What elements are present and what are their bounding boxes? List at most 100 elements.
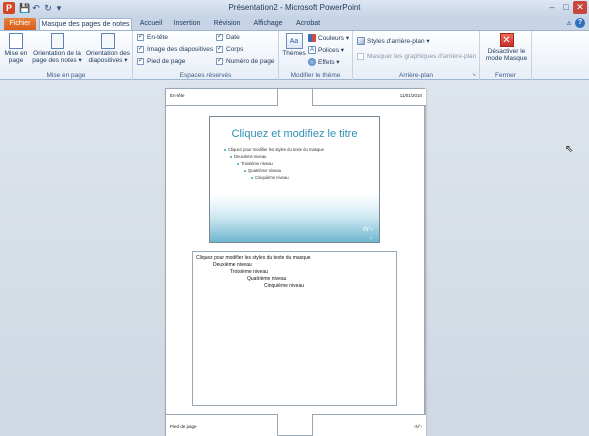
header-checkbox[interactable]: ✓ En-tête: [137, 34, 168, 42]
fonts-button[interactable]: A Polices ▾: [308, 46, 344, 55]
themes-icon: Aa: [285, 33, 303, 49]
checkmark-icon: ✓: [216, 46, 223, 53]
footer-placeholder[interactable]: Pied de page: [166, 414, 278, 436]
minimize-button[interactable]: –: [545, 1, 559, 14]
slide-image-placeholder[interactable]: Cliquez et modifiez le titre Cliquez pou…: [209, 116, 380, 243]
help-icon[interactable]: ?: [575, 18, 585, 28]
collapse-ribbon-icon[interactable]: ▵: [567, 18, 571, 27]
effects-icon: [308, 58, 316, 67]
group-background: Styles d'arrière-plan ▾ Masquer les grap…: [353, 31, 480, 80]
checkmark-icon: ✓: [137, 46, 144, 53]
group-label-edit-theme: Modifier le thème: [290, 72, 341, 79]
tab-acrobat[interactable]: Acrobat: [293, 18, 323, 30]
slide-image-checkbox-label: Image des diapositives: [147, 46, 214, 54]
notes-level-4: Quatrième niveau: [247, 276, 287, 282]
colors-label: Couleurs ▾: [318, 35, 350, 42]
notes-level-2: Deuxième niveau: [213, 262, 252, 268]
footer-checkbox-label: Pied de page: [147, 58, 186, 66]
notes-level-5: Cinquième niveau: [264, 283, 305, 289]
hide-background-graphics-checkbox[interactable]: Masquer les graphiques d'arrière-plan: [357, 53, 476, 61]
notes-body-placeholder[interactable]: Cliquez pour modifier les styles du text…: [192, 251, 397, 406]
tab-view[interactable]: Affichage: [250, 18, 286, 30]
header-checkbox-label: En-tête: [147, 34, 168, 42]
colors-button[interactable]: Couleurs ▾: [308, 34, 349, 43]
unchecked-box-icon: [357, 53, 364, 60]
effects-button[interactable]: Effets ▾: [308, 58, 340, 67]
slide-level-1: Cliquez pour modifier les styles du text…: [224, 147, 324, 152]
slide-number: ‹N°›: [362, 227, 373, 233]
checkmark-icon: ✓: [137, 58, 144, 65]
themes-label: Thèmes: [282, 50, 306, 57]
dialog-launcher-icon[interactable]: ↘: [472, 72, 476, 78]
page-number-text: ‹N°›: [413, 424, 422, 429]
slide-level-3: Troisième niveau: [237, 161, 273, 166]
page-setup-label: Mise en page: [4, 50, 28, 64]
tab-notes-master[interactable]: Masque des pages de notes: [39, 18, 132, 30]
close-master-icon: ✕: [499, 33, 514, 47]
window-title: Présentation2 - Microsoft PowerPoint: [228, 3, 361, 12]
notes-level-1: Cliquez pour modifier les styles du text…: [196, 255, 311, 261]
tab-file[interactable]: Fichier: [4, 18, 36, 30]
ribbon: Mise en page Orientation de la page des …: [0, 30, 589, 80]
slide-orientation-label: Orientation des diapositives ▾: [85, 50, 131, 64]
slide-orientation-button[interactable]: Orientation des diapositives ▾: [84, 33, 132, 64]
body-checkbox-label: Corps: [226, 46, 244, 54]
effects-label: Effets ▾: [318, 59, 340, 66]
bullet-icon: [244, 169, 246, 172]
notes-orientation-button[interactable]: Orientation de la page des notes ▾: [31, 33, 83, 64]
notes-orientation-icon: [50, 33, 64, 49]
slide-orientation-icon: [101, 33, 115, 49]
group-label-placeholders: Espaces réservés: [179, 72, 232, 79]
page-setup-icon: [9, 33, 23, 49]
tab-insert[interactable]: Insertion: [170, 18, 204, 30]
group-label-background: Arrière-plan: [399, 72, 433, 79]
group-page-setup: Mise en page Orientation de la page des …: [0, 31, 133, 80]
close-master-label: Désactiver le mode Masque: [485, 48, 528, 62]
date-text: 11/01/2010: [399, 93, 422, 98]
group-close: ✕ Désactiver le mode Masque Fermer: [480, 31, 532, 80]
page-number-placeholder[interactable]: ‹N°›: [312, 414, 426, 436]
fonts-icon: A: [308, 46, 316, 55]
tab-review[interactable]: Révision: [211, 18, 243, 30]
tab-home[interactable]: Accueil: [137, 18, 165, 30]
page-number-checkbox[interactable]: ✓ Numéro de page: [216, 58, 274, 66]
themes-button[interactable]: Aa Thèmes: [282, 33, 306, 57]
slide-level-5: Cinquième niveau: [251, 175, 289, 180]
page-setup-button[interactable]: Mise en page: [3, 33, 29, 64]
bullet-icon: [237, 162, 239, 165]
body-checkbox[interactable]: ✓ Corps: [216, 46, 243, 54]
group-edit-theme: Aa Thèmes Couleurs ▾ A Polices ▾ Effets ▾…: [279, 31, 353, 80]
maximize-button[interactable]: □: [559, 1, 573, 14]
background-styles-icon: [357, 37, 365, 46]
checkmark-icon: ✓: [216, 34, 223, 41]
title-bar: P 💾 ↶ ↻ ▾ Présentation2 - Microsoft Powe…: [0, 0, 589, 17]
background-styles-label: Styles d'arrière-plan ▾: [367, 38, 430, 45]
bullet-icon: [251, 176, 253, 179]
group-label-page-setup: Mise en page: [46, 72, 86, 79]
fonts-label: Polices ▾: [318, 47, 345, 54]
page-number-checkbox-label: Numéro de page: [226, 58, 275, 66]
checkmark-icon: ✓: [216, 58, 223, 65]
close-master-view-button[interactable]: ✕ Désactiver le mode Masque: [483, 33, 530, 62]
header-placeholder[interactable]: En-tête: [166, 89, 278, 106]
ribbon-tabs: Fichier Masque des pages de notes Accuei…: [0, 17, 589, 30]
background-styles-button[interactable]: Styles d'arrière-plan ▾: [357, 37, 430, 46]
date-checkbox[interactable]: ✓ Date: [216, 34, 240, 42]
slide-title: Cliquez et modifiez le titre: [231, 128, 358, 140]
slide-level-4: Quatrième niveau: [244, 168, 281, 173]
notes-orientation-label: Orientation de la page des notes ▾: [32, 50, 82, 64]
group-label-close: Fermer: [495, 72, 516, 79]
date-checkbox-label: Date: [226, 34, 240, 42]
bullet-icon: [230, 155, 232, 158]
slide-footer: 1: [370, 236, 372, 240]
slide-level-2: Deuxième niveau: [230, 154, 266, 159]
colors-icon: [308, 34, 316, 43]
header-text: En-tête: [170, 93, 185, 98]
group-placeholders: ✓ En-tête ✓ Image des diapositives ✓ Pied d…: [133, 31, 279, 80]
bullet-icon: [224, 148, 226, 151]
slide-image-checkbox[interactable]: ✓ Image des diapositives: [137, 46, 213, 54]
date-placeholder[interactable]: 11/01/2010: [312, 89, 426, 106]
checkmark-icon: ✓: [137, 34, 144, 41]
close-button[interactable]: ✕: [573, 1, 587, 14]
footer-checkbox[interactable]: ✓ Pied de page: [137, 58, 185, 66]
